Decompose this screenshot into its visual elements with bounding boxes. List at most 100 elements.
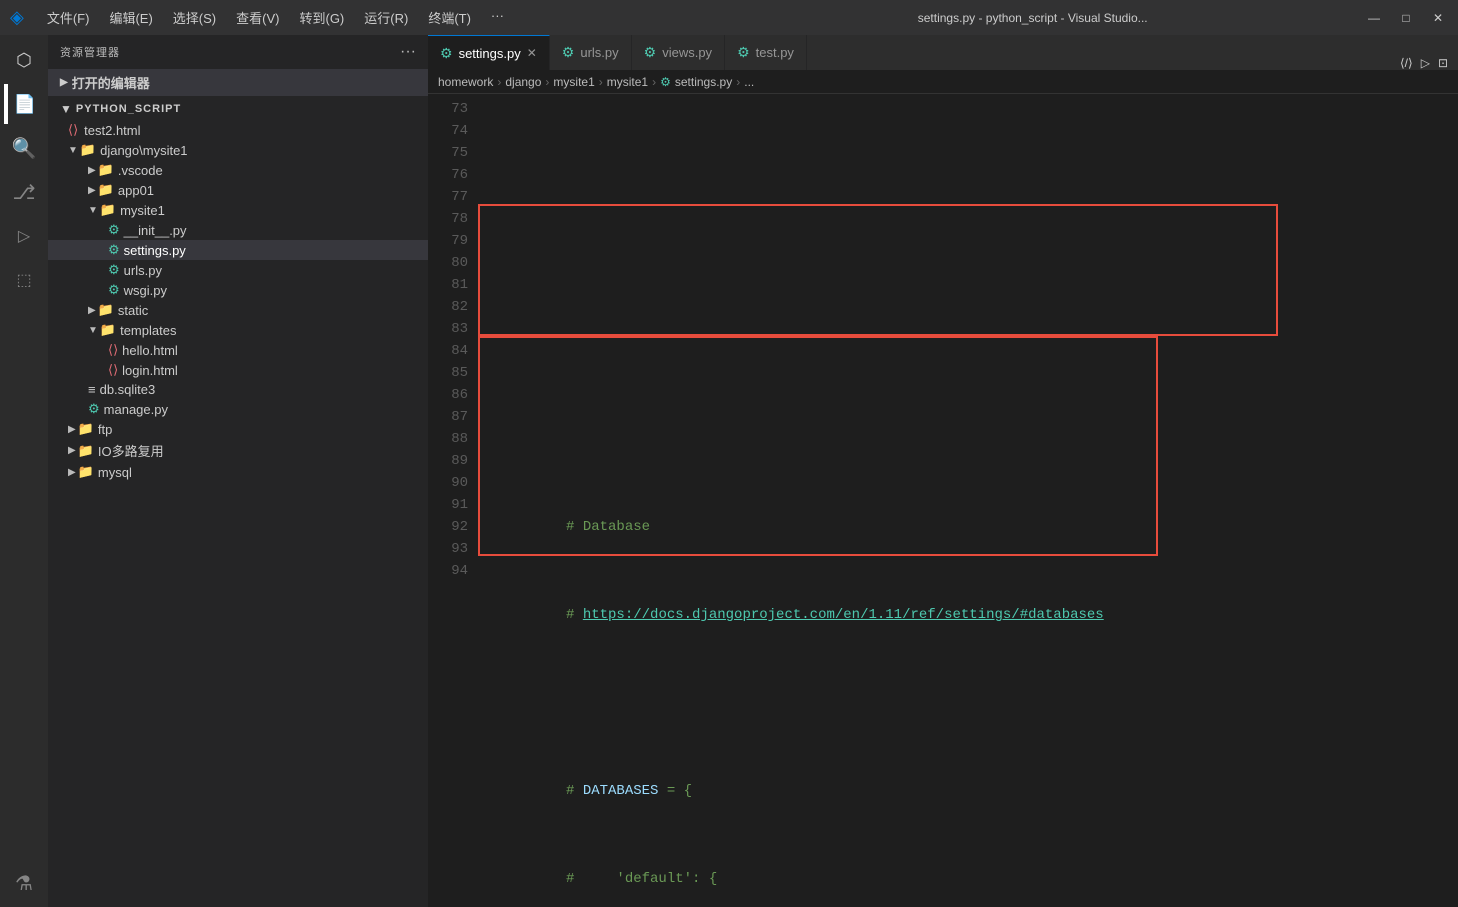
- code-line-77: [478, 670, 1458, 692]
- py-icon-urls: ⚙: [108, 262, 120, 278]
- menu-bar: 文件(F) 编辑(E) 选择(S) 查看(V) 转到(G) 运行(R) 终端(T…: [39, 6, 702, 29]
- main-container: ⬡ 📄 🔍 ⎇ ▷ ⬚ ⚗ 资源管理器 ··· ▶ 打开的编辑器 ▼ PYTHO…: [0, 35, 1458, 907]
- section-open-editors[interactable]: ▶ 打开的编辑器: [48, 69, 428, 96]
- folder-mysite1[interactable]: ▼ 📁 mysite1: [48, 200, 428, 220]
- activity-icon-extensions[interactable]: ⬚: [4, 260, 44, 300]
- sidebar-title: 资源管理器: [60, 44, 120, 60]
- editor-icon-split[interactable]: ⊡: [1438, 56, 1448, 70]
- file-db-sqlite3[interactable]: ≡ db.sqlite3: [48, 380, 428, 399]
- activity-icon-explorer[interactable]: 📄: [4, 84, 44, 124]
- menu-run[interactable]: 运行(R): [356, 6, 416, 29]
- activity-icon-run[interactable]: ▷: [4, 216, 44, 256]
- code-line-73: [478, 318, 1458, 340]
- folder-app01[interactable]: ▶ 📁 app01: [48, 180, 428, 200]
- py-icon-settings: ⚙: [108, 242, 120, 258]
- editor-icon-run[interactable]: ▷: [1421, 56, 1430, 70]
- code-comment-database: # Database: [566, 519, 650, 535]
- folder-app01-icon: 📁: [98, 182, 114, 198]
- folder-app01-arrow: ▶: [88, 185, 96, 196]
- breadcrumb: homework › django › mysite1 › mysite1 › …: [428, 70, 1458, 94]
- folder-mysql[interactable]: ▶ 📁 mysql: [48, 462, 428, 482]
- file-test2html[interactable]: ⟨⟩ test2.html: [48, 120, 428, 140]
- editor-area: ⚙ settings.py ✕ ⚙ urls.py ⚙ views.py ⚙ t…: [428, 35, 1458, 907]
- folder-arrow: ▼: [68, 145, 78, 156]
- folder-icon: 📁: [80, 142, 96, 158]
- section-project[interactable]: ▼ PYTHON_SCRIPT: [48, 98, 428, 120]
- menu-select[interactable]: 选择(S): [165, 6, 224, 29]
- py-icon-wsgi: ⚙: [108, 282, 120, 298]
- activity-icon-git[interactable]: ⎇: [4, 172, 44, 212]
- folder-io[interactable]: ▶ 📁 IO多路复用: [48, 439, 428, 462]
- file-manage-py[interactable]: ⚙ manage.py: [48, 399, 428, 419]
- folder-django-mysite1[interactable]: ▼ 📁 django\mysite1: [48, 140, 428, 160]
- folder-templates[interactable]: ▼ 📁 templates: [48, 320, 428, 340]
- folder-static-arrow: ▶: [88, 305, 96, 316]
- html-icon-login: ⟨⟩: [108, 362, 118, 378]
- app-logo: ◈: [10, 7, 24, 28]
- close-button[interactable]: ✕: [1428, 11, 1448, 25]
- file-urls-py[interactable]: ⚙ urls.py: [48, 260, 428, 280]
- folder-mysql-icon: 📁: [78, 464, 94, 480]
- menu-more[interactable]: ···: [483, 6, 512, 29]
- breadcrumb-sep1: ›: [497, 75, 501, 89]
- activity-icon-flask[interactable]: ⚗: [4, 863, 44, 903]
- project-label: PYTHON_SCRIPT: [76, 103, 181, 115]
- folder-mysite1-icon: 📁: [100, 202, 116, 218]
- breadcrumb-mysite1-2: mysite1: [607, 75, 648, 89]
- menu-goto[interactable]: 转到(G): [291, 6, 352, 29]
- tab-urls-py[interactable]: ⚙ urls.py: [550, 35, 632, 70]
- folder-ftp-arrow: ▶: [68, 424, 76, 435]
- tab-label-settings: settings.py: [459, 46, 521, 61]
- folder-io-icon: 📁: [78, 443, 94, 459]
- tab-test-py[interactable]: ⚙ test.py: [725, 35, 807, 70]
- file-login-html[interactable]: ⟨⟩ login.html: [48, 360, 428, 380]
- code-line-78: # DATABASES = {: [478, 758, 1458, 780]
- code-editor[interactable]: 73 74 75 76 77 78 79 80 81 82 83 84 85 8…: [428, 94, 1458, 907]
- folder-mysite1-arrow: ▼: [88, 205, 98, 216]
- tab-label-urls: urls.py: [580, 45, 618, 60]
- menu-terminal[interactable]: 终端(T): [420, 6, 479, 29]
- folder-static-icon: 📁: [98, 302, 114, 318]
- folder-vscode-icon: 📁: [98, 162, 114, 178]
- breadcrumb-ellipsis: ...: [744, 75, 754, 89]
- activity-icon-search[interactable]: 🔍: [4, 128, 44, 168]
- file-hello-html[interactable]: ⟨⟩ hello.html: [48, 340, 428, 360]
- html-icon: ⟨⟩: [68, 122, 78, 138]
- window-title: settings.py - python_script - Visual Stu…: [701, 11, 1364, 25]
- file-wsgi-py[interactable]: ⚙ wsgi.py: [48, 280, 428, 300]
- html-icon-hello: ⟨⟩: [108, 342, 118, 358]
- file-init-py[interactable]: ⚙ __init__.py: [48, 220, 428, 240]
- tab-py-icon-settings: ⚙: [440, 45, 453, 62]
- sidebar-header: 资源管理器 ···: [48, 35, 428, 69]
- py-icon: ⚙: [108, 222, 120, 238]
- folder-static[interactable]: ▶ 📁 static: [48, 300, 428, 320]
- line-numbers: 73 74 75 76 77 78 79 80 81 82 83 84 85 8…: [428, 94, 478, 907]
- tab-close-settings[interactable]: ✕: [527, 46, 537, 60]
- tab-settings-py[interactable]: ⚙ settings.py ✕: [428, 35, 550, 70]
- breadcrumb-sep3: ›: [599, 75, 603, 89]
- code-content[interactable]: # Database # https://docs.djangoproject.…: [478, 94, 1458, 907]
- tab-py-icon-urls: ⚙: [562, 44, 575, 61]
- sidebar-more-button[interactable]: ···: [400, 43, 416, 61]
- folder-ftp[interactable]: ▶ 📁 ftp: [48, 419, 428, 439]
- breadcrumb-sep5: ›: [736, 75, 740, 89]
- breadcrumb-mysite1-1: mysite1: [553, 75, 594, 89]
- menu-file[interactable]: 文件(F): [39, 6, 98, 29]
- menu-edit[interactable]: 编辑(E): [101, 6, 160, 29]
- breadcrumb-settings: settings.py: [675, 75, 732, 89]
- highlight-commented-region: [478, 204, 1278, 336]
- folder-vscode-arrow: ▶: [88, 165, 96, 176]
- folder-vscode[interactable]: ▶ 📁 .vscode: [48, 160, 428, 180]
- tab-label-test: test.py: [756, 45, 794, 60]
- file-settings-py[interactable]: ⚙ settings.py: [48, 240, 428, 260]
- activity-icon-db[interactable]: ⬡: [4, 40, 44, 80]
- tab-py-icon-test: ⚙: [737, 44, 750, 61]
- tab-views-py[interactable]: ⚙ views.py: [632, 35, 725, 70]
- editor-icon-code[interactable]: ⟨/⟩: [1400, 56, 1413, 70]
- activity-bar: ⬡ 📄 🔍 ⎇ ▷ ⬚ ⚗: [0, 35, 48, 907]
- maximize-button[interactable]: □: [1396, 11, 1416, 25]
- menu-view[interactable]: 查看(V): [228, 6, 287, 29]
- open-editors-label: 打开的编辑器: [72, 73, 150, 92]
- code-line-74: [478, 406, 1458, 428]
- minimize-button[interactable]: —: [1364, 11, 1384, 25]
